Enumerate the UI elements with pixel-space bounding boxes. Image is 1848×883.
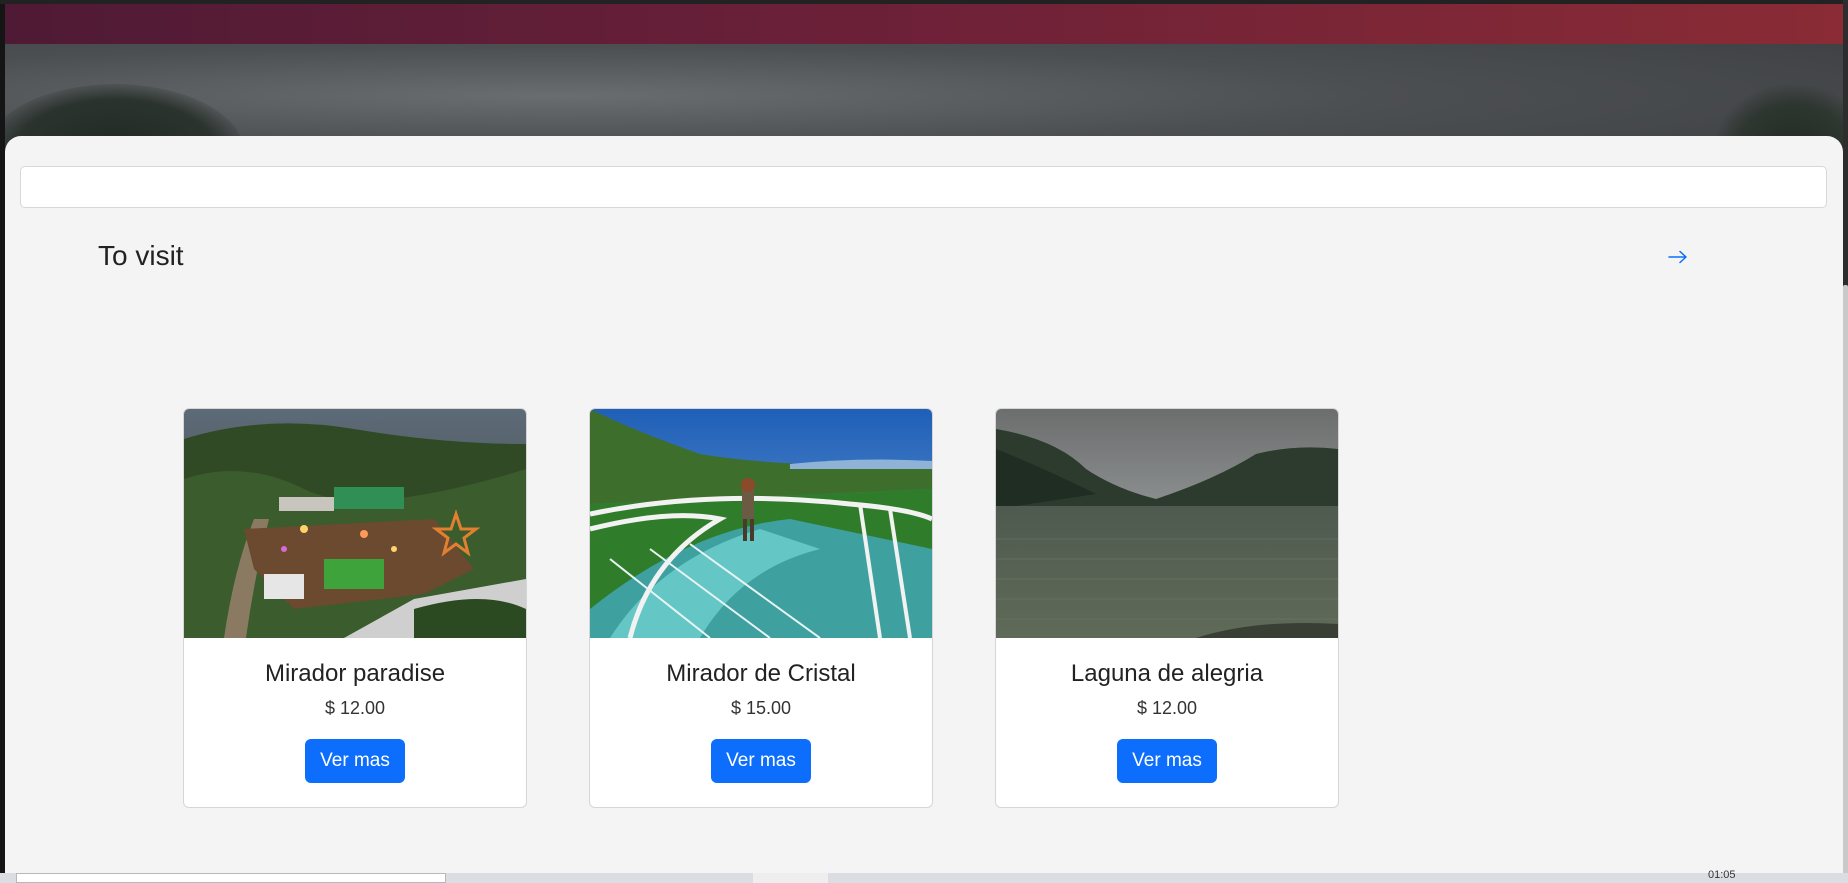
navbar <box>5 4 1843 44</box>
ver-mas-button[interactable]: Ver mas <box>711 739 811 783</box>
card-price: $ 12.00 <box>1136 698 1198 718</box>
see-more-link[interactable] <box>1663 242 1693 272</box>
card-title: Laguna de alegria <box>1070 660 1264 687</box>
glass-viewpoint-photo <box>590 409 932 638</box>
scrollbar-thumb[interactable] <box>1843 285 1848 875</box>
ver-mas-button[interactable]: Ver mas <box>305 739 405 783</box>
taskbar-window-button[interactable] <box>753 873 828 883</box>
card-price: $ 15.00 <box>730 698 792 718</box>
search-input[interactable] <box>20 166 1827 208</box>
place-card: Mirador paradise $ 12.00 Ver mas <box>183 408 527 808</box>
section-title: To visit <box>98 240 184 271</box>
hillside-restaurant-photo <box>184 409 526 638</box>
taskbar-window-button[interactable] <box>16 873 446 883</box>
card-title: Mirador de Cristal <box>666 660 856 687</box>
ver-mas-button[interactable]: Ver mas <box>1117 739 1217 783</box>
arrow-right-icon <box>1668 250 1687 264</box>
taskbar: 01:05 <box>0 869 1848 883</box>
misty-lagoon-photo <box>996 409 1338 638</box>
place-card: Mirador de Cristal $ 15.00 Ver mas <box>589 408 933 808</box>
taskbar-clock: 01:05 <box>1708 869 1736 881</box>
card-title: Mirador paradise <box>264 660 446 687</box>
card-price: $ 12.00 <box>324 698 386 718</box>
main-panel: To visit Mirador paradise $ 12.00 Ver ma… <box>5 136 1843 876</box>
place-card: Laguna de alegria $ 12.00 Ver mas <box>995 408 1339 808</box>
